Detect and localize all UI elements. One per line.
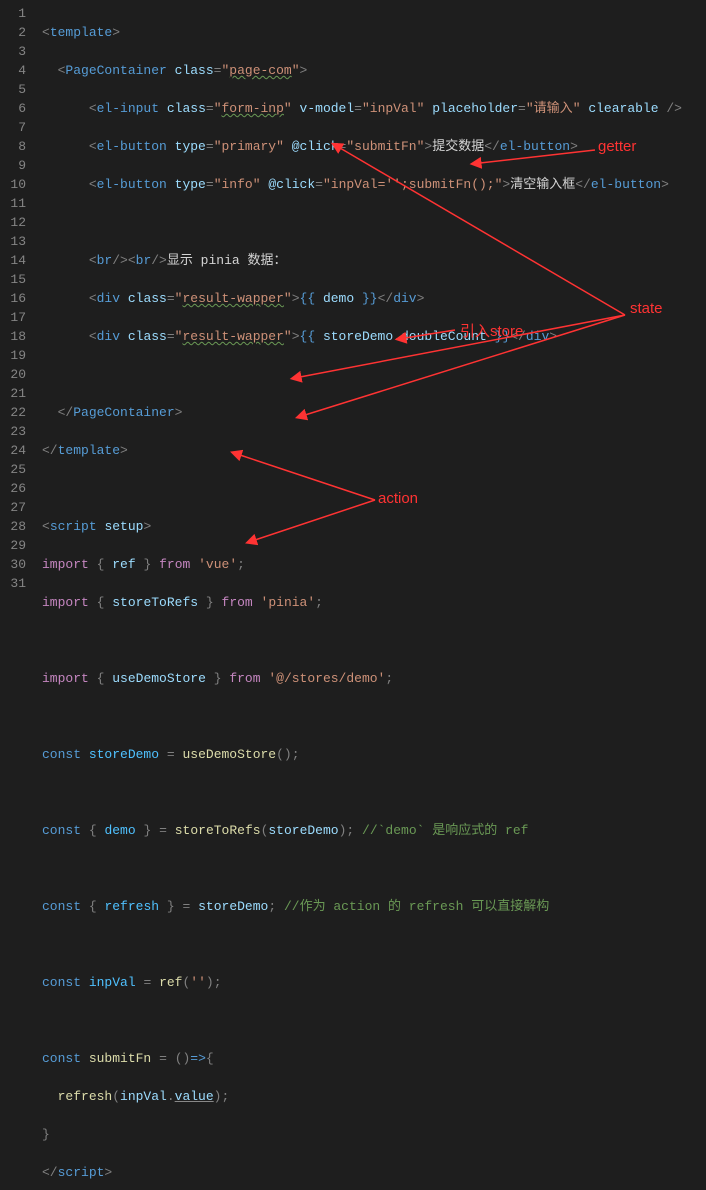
code-content[interactable]: <template> <PageContainer class="page-co…: [38, 0, 706, 595]
line-number-gutter: 1 2 3 4 5 6 7 8 9 10 11 12 13 14 15 16 1…: [0, 0, 38, 595]
code-editor[interactable]: 1 2 3 4 5 6 7 8 9 10 11 12 13 14 15 16 1…: [0, 0, 706, 595]
